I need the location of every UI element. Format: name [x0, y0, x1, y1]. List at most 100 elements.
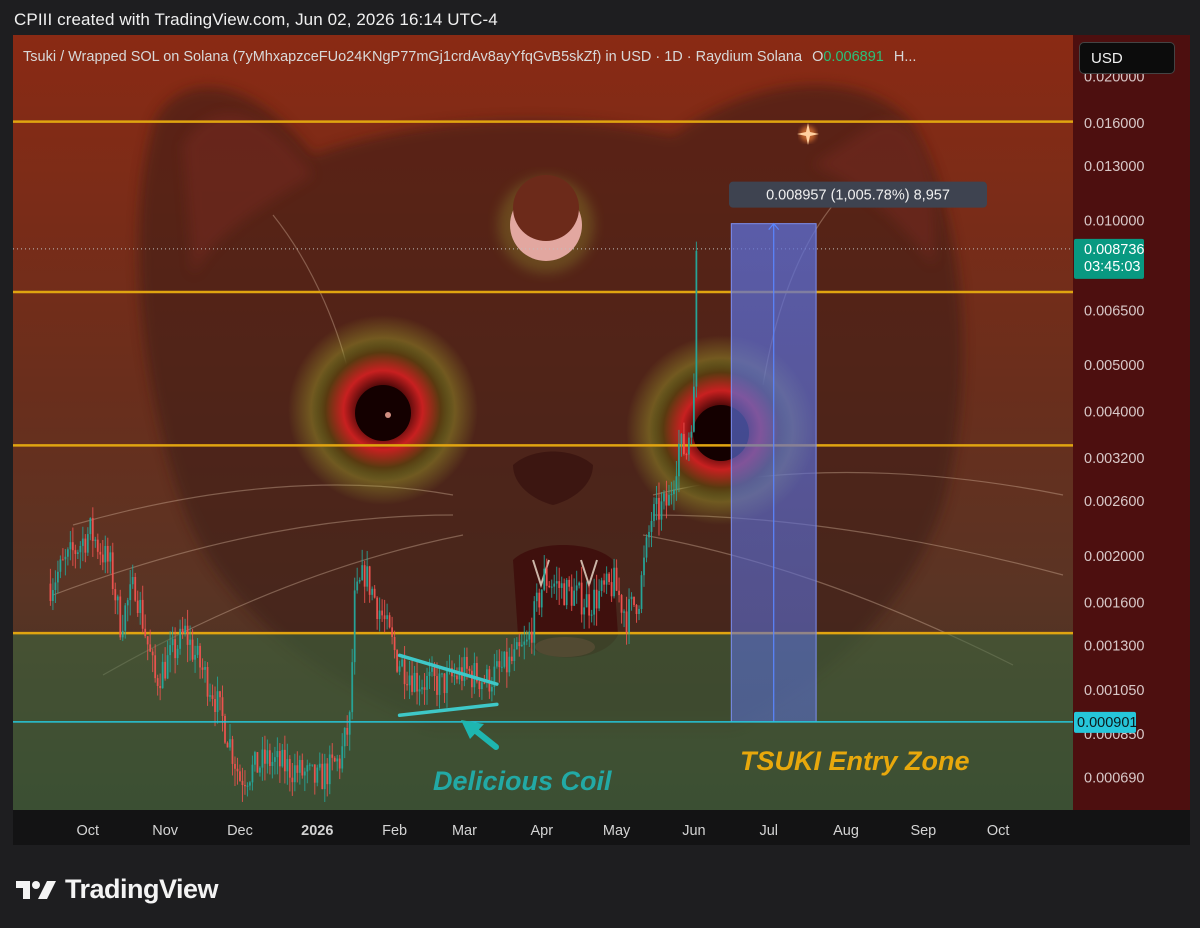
- currency-button[interactable]: USD: [1079, 42, 1175, 74]
- candle-body[interactable]: [635, 604, 638, 615]
- candle-body[interactable]: [463, 656, 466, 681]
- candle-body[interactable]: [495, 661, 498, 667]
- candle-body[interactable]: [505, 651, 508, 673]
- candle-body[interactable]: [403, 659, 406, 685]
- candle-body[interactable]: [268, 750, 271, 767]
- candle-body[interactable]: [348, 712, 351, 735]
- candle-body[interactable]: [318, 763, 321, 768]
- candle-body[interactable]: [79, 545, 82, 553]
- candle-body[interactable]: [406, 684, 408, 686]
- candle-body[interactable]: [508, 656, 511, 673]
- candle-body[interactable]: [136, 600, 139, 614]
- candle-body[interactable]: [441, 673, 443, 675]
- candle-body[interactable]: [353, 590, 356, 663]
- candle-body[interactable]: [246, 785, 249, 787]
- candle-body[interactable]: [408, 675, 411, 686]
- candle-body[interactable]: [520, 644, 523, 647]
- candle-body[interactable]: [231, 739, 234, 764]
- candle-body[interactable]: [54, 582, 57, 591]
- candle-body[interactable]: [658, 497, 660, 520]
- candle-body[interactable]: [326, 763, 329, 785]
- candle-body[interactable]: [416, 672, 418, 692]
- candle-body[interactable]: [219, 691, 221, 698]
- candle-body[interactable]: [411, 675, 413, 692]
- candle-body[interactable]: [161, 661, 164, 689]
- candle-body[interactable]: [184, 625, 186, 634]
- candle-body[interactable]: [550, 586, 553, 588]
- candle-body[interactable]: [144, 628, 147, 637]
- candle-body[interactable]: [154, 655, 157, 679]
- candle-body[interactable]: [413, 672, 416, 692]
- candle-body[interactable]: [291, 777, 294, 783]
- candle-body[interactable]: [668, 494, 670, 506]
- candle-body[interactable]: [535, 592, 538, 602]
- candle-body[interactable]: [498, 661, 501, 668]
- candle-body[interactable]: [595, 589, 598, 609]
- candle-body[interactable]: [104, 545, 107, 563]
- candle-body[interactable]: [109, 552, 112, 562]
- candle-body[interactable]: [500, 666, 503, 668]
- candle-body[interactable]: [421, 687, 423, 690]
- candle-body[interactable]: [333, 757, 336, 762]
- candle-body[interactable]: [176, 648, 179, 659]
- candle-body[interactable]: [114, 589, 117, 601]
- candle-body[interactable]: [96, 539, 99, 552]
- candle-body[interactable]: [695, 250, 698, 387]
- candle-body[interactable]: [303, 771, 306, 776]
- candle-body[interactable]: [583, 607, 586, 615]
- candle-body[interactable]: [660, 501, 663, 520]
- candle-body[interactable]: [393, 636, 396, 651]
- candle-body[interactable]: [618, 590, 620, 596]
- candle-body[interactable]: [64, 556, 67, 560]
- candle-body[interactable]: [234, 763, 236, 769]
- chart-frame[interactable]: 0.008957 (1,005.78%) 8,957 Delicious Coi…: [13, 35, 1190, 845]
- candle-body[interactable]: [308, 764, 311, 766]
- candle-body[interactable]: [141, 599, 144, 629]
- candle-body[interactable]: [211, 695, 214, 699]
- candle-body[interactable]: [543, 568, 546, 590]
- candle-body[interactable]: [525, 639, 528, 642]
- candle-body[interactable]: [610, 582, 613, 597]
- candle-body[interactable]: [433, 667, 436, 677]
- candle-body[interactable]: [381, 610, 384, 616]
- candle-body[interactable]: [101, 554, 104, 563]
- candle-body[interactable]: [593, 589, 596, 615]
- candle-body[interactable]: [538, 592, 541, 608]
- candle-body[interactable]: [560, 583, 563, 588]
- candle-body[interactable]: [186, 625, 189, 645]
- candle-body[interactable]: [453, 675, 456, 677]
- candle-body[interactable]: [59, 559, 62, 572]
- candle-body[interactable]: [515, 642, 518, 650]
- candle-body[interactable]: [293, 765, 296, 783]
- candle-body[interactable]: [590, 614, 593, 616]
- candle-body[interactable]: [49, 583, 52, 601]
- candle-body[interactable]: [226, 742, 229, 748]
- candle-body[interactable]: [603, 580, 606, 585]
- candle-body[interactable]: [363, 565, 366, 587]
- candle-body[interactable]: [171, 639, 174, 646]
- price-chart[interactable]: 0.008957 (1,005.78%) 8,957 Delicious Coi…: [13, 35, 1190, 845]
- candle-body[interactable]: [545, 568, 548, 586]
- candle-body[interactable]: [523, 641, 526, 645]
- candle-body[interactable]: [446, 671, 448, 694]
- candle-body[interactable]: [585, 594, 588, 608]
- candle-body[interactable]: [271, 761, 274, 767]
- candle-body[interactable]: [209, 695, 211, 697]
- candle-body[interactable]: [436, 676, 438, 695]
- candle-body[interactable]: [311, 764, 314, 766]
- candle-body[interactable]: [378, 610, 381, 620]
- candle-body[interactable]: [466, 656, 468, 669]
- candle-body[interactable]: [331, 754, 334, 758]
- candle-body[interactable]: [563, 583, 566, 606]
- candle-body[interactable]: [480, 682, 483, 690]
- candle-body[interactable]: [181, 628, 184, 634]
- candle-body[interactable]: [134, 576, 137, 601]
- candle-body[interactable]: [653, 504, 655, 521]
- candle-body[interactable]: [194, 654, 196, 660]
- candle-body[interactable]: [555, 581, 558, 584]
- candle-body[interactable]: [483, 682, 486, 684]
- candle-body[interactable]: [623, 611, 625, 613]
- candle-body[interactable]: [124, 605, 127, 631]
- candle-body[interactable]: [229, 739, 231, 748]
- candle-body[interactable]: [613, 567, 615, 597]
